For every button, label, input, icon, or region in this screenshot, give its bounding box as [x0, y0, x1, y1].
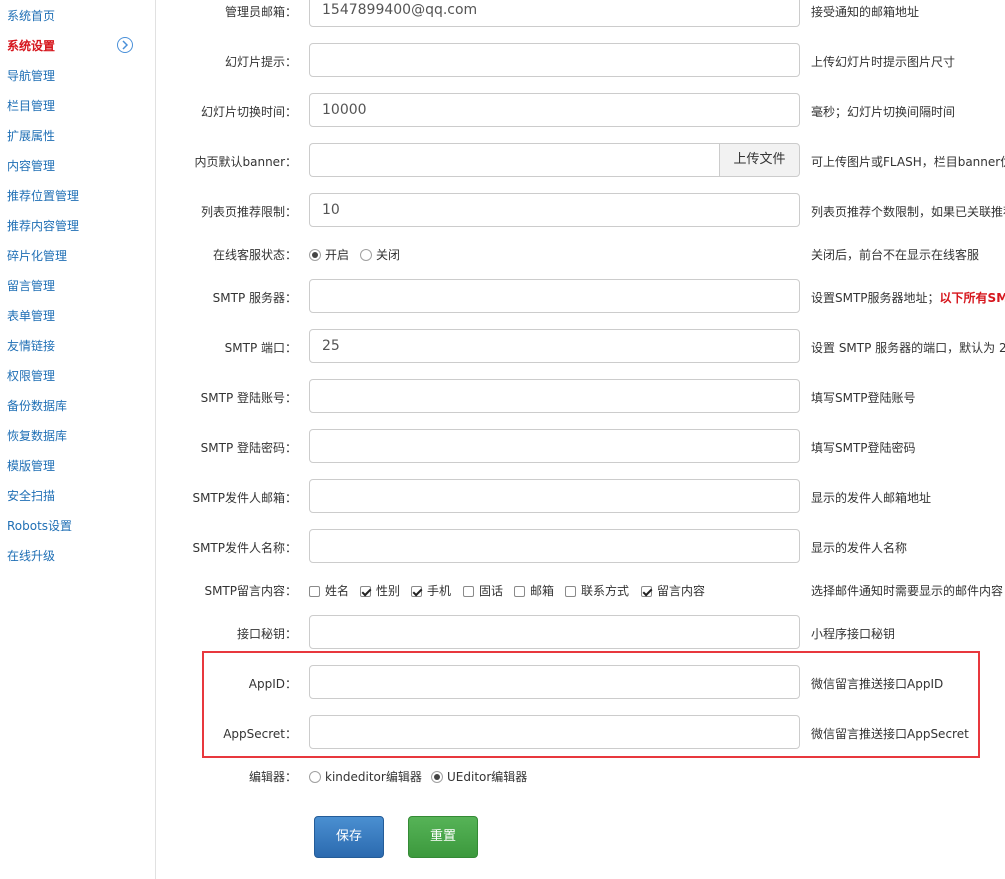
- sidebar-item-extended-attributes[interactable]: 扩展属性: [7, 126, 55, 146]
- smtp-port-hint: 设置 SMTP 服务器的端口，默认为 2: [811, 341, 1005, 355]
- smtp-server-input[interactable]: [309, 279, 800, 313]
- smtp-message-label: SMTP留言内容：: [204, 584, 297, 598]
- upload-file-button[interactable]: 上传文件: [719, 143, 800, 177]
- list-limit-label: 列表页推荐限制：: [200, 205, 297, 219]
- smtp-server-hint-warning: 以下所有SM: [939, 291, 1005, 305]
- smtp-account-hint: 填写SMTP登陆账号: [811, 391, 916, 405]
- radio-unchecked-icon[interactable]: [309, 771, 321, 783]
- smtp-server-hint: 设置SMTP服务器地址；以下所有SM: [811, 289, 1005, 306]
- editor-label: 编辑器：: [248, 770, 297, 784]
- online-service-on-radio[interactable]: 开启: [309, 247, 349, 263]
- sidebar-item-recommend-position[interactable]: 推荐位置管理: [7, 186, 79, 206]
- online-service-hint: 关闭后，前台不在显示在线客服: [811, 248, 980, 262]
- inner-banner-hint: 可上传图片或FLASH，栏目banner优: [811, 155, 1005, 169]
- checkbox-checked-icon[interactable]: [411, 586, 422, 597]
- smtp-port-label: SMTP 端口：: [224, 341, 297, 355]
- sidebar-item-home[interactable]: 系统首页: [7, 6, 55, 26]
- checkbox-checked-icon[interactable]: [360, 586, 371, 597]
- reset-button[interactable]: 重置: [408, 816, 478, 858]
- editor-kindeditor-radio[interactable]: kindeditor编辑器: [309, 769, 422, 785]
- save-button[interactable]: 保存: [314, 816, 384, 858]
- smtp-account-input[interactable]: [309, 379, 800, 413]
- list-limit-hint: 列表页推荐个数限制，如果已关联推荐: [811, 205, 1005, 219]
- sidebar-item-recommend-content[interactable]: 推荐内容管理: [7, 216, 79, 236]
- smtp-message-hint: 选择邮件通知时需要显示的邮件内容: [811, 584, 1004, 598]
- sidebar-item-friend-links[interactable]: 友情链接: [7, 336, 55, 356]
- list-limit-input[interactable]: [309, 193, 800, 227]
- slide-tip-label: 幻灯片提示：: [224, 55, 297, 69]
- checkbox-landline[interactable]: 固话: [463, 583, 503, 599]
- sidebar-item-navigation[interactable]: 导航管理: [7, 66, 55, 86]
- checkbox-contact[interactable]: 联系方式: [565, 583, 629, 599]
- sidebar-item-columns[interactable]: 栏目管理: [7, 96, 55, 116]
- app-secret-label: AppSecret：: [223, 727, 297, 741]
- slide-interval-label: 幻灯片切换时间：: [200, 105, 297, 119]
- checkbox-unchecked-icon[interactable]: [514, 586, 525, 597]
- slide-interval-hint: 毫秒；幻灯片切换间隔时间: [811, 105, 956, 119]
- checkbox-name[interactable]: 姓名: [309, 583, 349, 599]
- sidebar-item-backup-db[interactable]: 备份数据库: [7, 396, 67, 416]
- sidebar: 系统首页 系统设置 导航管理 栏目管理 扩展属性 内容管理 推荐位置管理 推荐内…: [0, 0, 156, 879]
- settings-page: 系统首页 系统设置 导航管理 栏目管理 扩展属性 内容管理 推荐位置管理 推荐内…: [0, 0, 1005, 879]
- online-service-off-radio[interactable]: 关闭: [360, 247, 400, 263]
- smtp-sender-email-label: SMTP发件人邮箱：: [192, 491, 297, 505]
- smtp-sender-name-label: SMTP发件人名称：: [192, 541, 297, 555]
- app-secret-hint: 微信留言推送接口AppSecret: [811, 727, 969, 741]
- api-secret-input[interactable]: [309, 615, 800, 649]
- app-id-hint: 微信留言推送接口AppID: [811, 677, 944, 691]
- slide-tip-input[interactable]: [309, 43, 800, 77]
- slide-interval-input[interactable]: [309, 93, 800, 127]
- checkbox-checked-icon[interactable]: [641, 586, 652, 597]
- checkbox-email[interactable]: 邮箱: [514, 583, 554, 599]
- sidebar-item-security-scan[interactable]: 安全扫描: [7, 486, 55, 506]
- editor-ueditor-radio[interactable]: UEditor编辑器: [431, 769, 527, 785]
- sidebar-item-permissions[interactable]: 权限管理: [7, 366, 55, 386]
- checkbox-unchecked-icon[interactable]: [565, 586, 576, 597]
- sidebar-item-content[interactable]: 内容管理: [7, 156, 55, 176]
- smtp-sender-email-hint: 显示的发件人邮箱地址: [811, 491, 932, 505]
- online-service-label: 在线客服状态：: [212, 248, 297, 262]
- checkbox-gender[interactable]: 性别: [360, 583, 400, 599]
- smtp-sender-name-hint: 显示的发件人名称: [811, 541, 908, 555]
- sidebar-item-online-upgrade[interactable]: 在线升级: [7, 546, 55, 566]
- checkbox-unchecked-icon[interactable]: [309, 586, 320, 597]
- smtp-sender-email-input[interactable]: [309, 479, 800, 513]
- admin-email-input[interactable]: [309, 0, 800, 27]
- app-id-label: AppID：: [248, 677, 297, 691]
- smtp-password-label: SMTP 登陆密码：: [200, 441, 297, 455]
- checkbox-message-content[interactable]: 留言内容: [641, 583, 705, 599]
- sidebar-item-restore-db[interactable]: 恢复数据库: [7, 426, 67, 446]
- sidebar-item-fragments[interactable]: 碎片化管理: [7, 246, 67, 266]
- radio-checked-icon[interactable]: [309, 249, 321, 261]
- smtp-password-input[interactable]: [309, 429, 800, 463]
- admin-email-hint: 接受通知的邮箱地址: [811, 5, 920, 19]
- admin-email-label: 管理员邮箱：: [224, 5, 297, 19]
- smtp-account-label: SMTP 登陆账号：: [200, 391, 297, 405]
- chevron-right-circle-icon[interactable]: [117, 37, 133, 53]
- sidebar-item-forms[interactable]: 表单管理: [7, 306, 55, 326]
- smtp-sender-name-input[interactable]: [309, 529, 800, 563]
- radio-checked-icon[interactable]: [431, 771, 443, 783]
- app-id-input[interactable]: [309, 665, 800, 699]
- api-secret-hint: 小程序接口秘钥: [811, 627, 896, 641]
- sidebar-item-templates[interactable]: 模版管理: [7, 456, 55, 476]
- checkbox-unchecked-icon[interactable]: [463, 586, 474, 597]
- smtp-server-hint-text: 设置SMTP服务器地址；: [811, 291, 940, 305]
- inner-banner-input[interactable]: [309, 143, 719, 177]
- sidebar-item-robots[interactable]: Robots设置: [7, 516, 72, 536]
- api-secret-label: 接口秘钥：: [236, 627, 297, 641]
- smtp-server-label: SMTP 服务器：: [212, 291, 297, 305]
- smtp-password-hint: 填写SMTP登陆密码: [811, 441, 916, 455]
- app-secret-input[interactable]: [309, 715, 800, 749]
- slide-tip-hint: 上传幻灯片时提示图片尺寸: [811, 55, 956, 69]
- checkbox-mobile[interactable]: 手机: [411, 583, 451, 599]
- sidebar-item-messages[interactable]: 留言管理: [7, 276, 55, 296]
- smtp-port-input[interactable]: [309, 329, 800, 363]
- radio-unchecked-icon[interactable]: [360, 249, 372, 261]
- inner-banner-label: 内页默认banner：: [194, 155, 298, 169]
- sidebar-item-system-settings[interactable]: 系统设置: [7, 36, 55, 56]
